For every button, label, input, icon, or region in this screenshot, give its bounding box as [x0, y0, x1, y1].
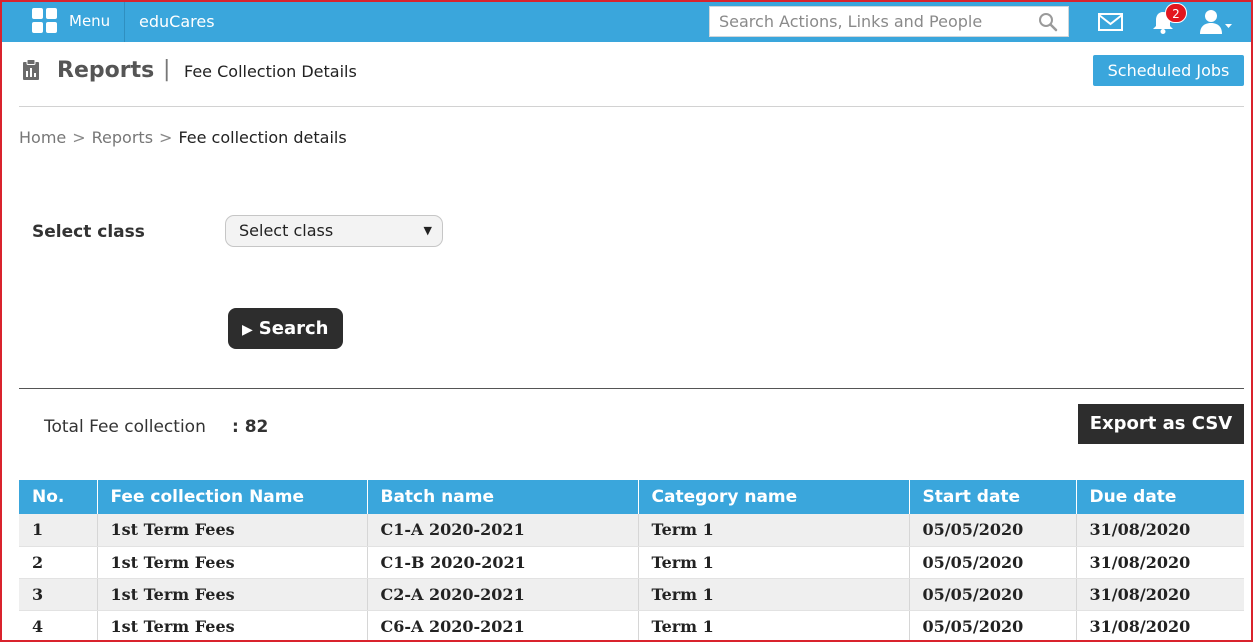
- cell-fee-collection-name: 1st Term Fees: [97, 610, 368, 640]
- notification-badge: 2: [1165, 3, 1187, 23]
- table-row[interactable]: 1 1st Term Fees C1-A 2020-2021 Term 1 05…: [19, 514, 1244, 547]
- clipboard-icon: [23, 59, 39, 80]
- search-icon[interactable]: [1038, 12, 1058, 32]
- cell-category-name: Term 1: [638, 514, 910, 547]
- page-title: Reports: [57, 58, 155, 83]
- global-search: [709, 6, 1069, 37]
- class-select[interactable]: Select class ▼: [225, 215, 443, 247]
- total-fee-label: Total Fee collection: [44, 417, 206, 437]
- breadcrumb-home[interactable]: Home: [19, 128, 66, 147]
- menu-label: Menu: [69, 12, 111, 30]
- search-button-label: Search: [258, 318, 329, 339]
- cell-due-date: 31/08/2020: [1076, 546, 1244, 579]
- select-class-label: Select class: [32, 222, 145, 242]
- play-icon: ▶: [242, 322, 253, 338]
- page-subtitle: Fee Collection Details: [184, 62, 357, 81]
- breadcrumb: Home > Reports > Fee collection details: [19, 128, 347, 147]
- column-header-due-date[interactable]: Due date: [1076, 480, 1244, 514]
- breadcrumb-separator: >: [72, 128, 86, 147]
- cell-due-date: 31/08/2020: [1076, 514, 1244, 547]
- breadcrumb-reports[interactable]: Reports: [92, 128, 153, 147]
- class-select-value: Select class: [239, 221, 334, 240]
- menu-button[interactable]: Menu: [2, 2, 125, 42]
- cell-start-date: 05/05/2020: [909, 610, 1077, 640]
- table-row[interactable]: 3 1st Term Fees C2-A 2020-2021 Term 1 05…: [19, 578, 1244, 611]
- form-divider: [19, 388, 1244, 389]
- cell-batch-name: C6-A 2020-2021: [367, 610, 639, 640]
- cell-category-name: Term 1: [638, 578, 910, 611]
- chevron-down-icon: ▼: [423, 224, 432, 237]
- cell-batch-name: C1-A 2020-2021: [367, 514, 639, 547]
- cell-start-date: 05/05/2020: [909, 546, 1077, 579]
- cell-no: 1: [19, 514, 98, 547]
- table-header-row: No. Fee collection Name Batch name Categ…: [19, 480, 1244, 514]
- grid-icon: [32, 8, 58, 34]
- cell-fee-collection-name: 1st Term Fees: [97, 546, 368, 579]
- header-divider: [19, 106, 1244, 107]
- total-fee-value: : 82: [232, 417, 269, 437]
- brand-name[interactable]: eduCares: [139, 12, 215, 31]
- top-bar: Menu eduCares 2: [2, 2, 1251, 42]
- cell-start-date: 05/05/2020: [909, 578, 1077, 611]
- table-row[interactable]: 4 1st Term Fees C6-A 2020-2021 Term 1 05…: [19, 610, 1244, 640]
- cell-start-date: 05/05/2020: [909, 514, 1077, 547]
- cell-no: 2: [19, 546, 98, 579]
- search-button[interactable]: ▶ Search: [228, 308, 343, 349]
- cell-category-name: Term 1: [638, 610, 910, 640]
- user-icon[interactable]: [1198, 8, 1234, 36]
- column-header-batch-name[interactable]: Batch name: [367, 480, 639, 514]
- app-frame: Menu eduCares 2: [0, 0, 1253, 642]
- cell-batch-name: C1-B 2020-2021: [367, 546, 639, 579]
- cell-due-date: 31/08/2020: [1076, 578, 1244, 611]
- column-header-fee-collection-name[interactable]: Fee collection Name: [97, 480, 368, 514]
- cell-category-name: Term 1: [638, 546, 910, 579]
- fee-collection-table: No. Fee collection Name Batch name Categ…: [19, 480, 1244, 640]
- table-row[interactable]: 2 1st Term Fees C1-B 2020-2021 Term 1 05…: [19, 546, 1244, 579]
- cell-batch-name: C2-A 2020-2021: [367, 578, 639, 611]
- breadcrumb-current: Fee collection details: [178, 128, 347, 147]
- scheduled-jobs-button[interactable]: Scheduled Jobs: [1093, 55, 1244, 86]
- title-separator: |: [163, 57, 171, 82]
- cell-fee-collection-name: 1st Term Fees: [97, 514, 368, 547]
- export-csv-button[interactable]: Export as CSV: [1078, 404, 1244, 444]
- cell-no: 3: [19, 578, 98, 611]
- global-search-input[interactable]: [710, 7, 1030, 36]
- breadcrumb-separator: >: [159, 128, 173, 147]
- column-header-start-date[interactable]: Start date: [909, 480, 1077, 514]
- column-header-category-name[interactable]: Category name: [638, 480, 910, 514]
- cell-due-date: 31/08/2020: [1076, 610, 1244, 640]
- cell-fee-collection-name: 1st Term Fees: [97, 578, 368, 611]
- column-header-no[interactable]: No.: [19, 480, 98, 514]
- mail-icon[interactable]: [1098, 12, 1123, 32]
- cell-no: 4: [19, 610, 98, 640]
